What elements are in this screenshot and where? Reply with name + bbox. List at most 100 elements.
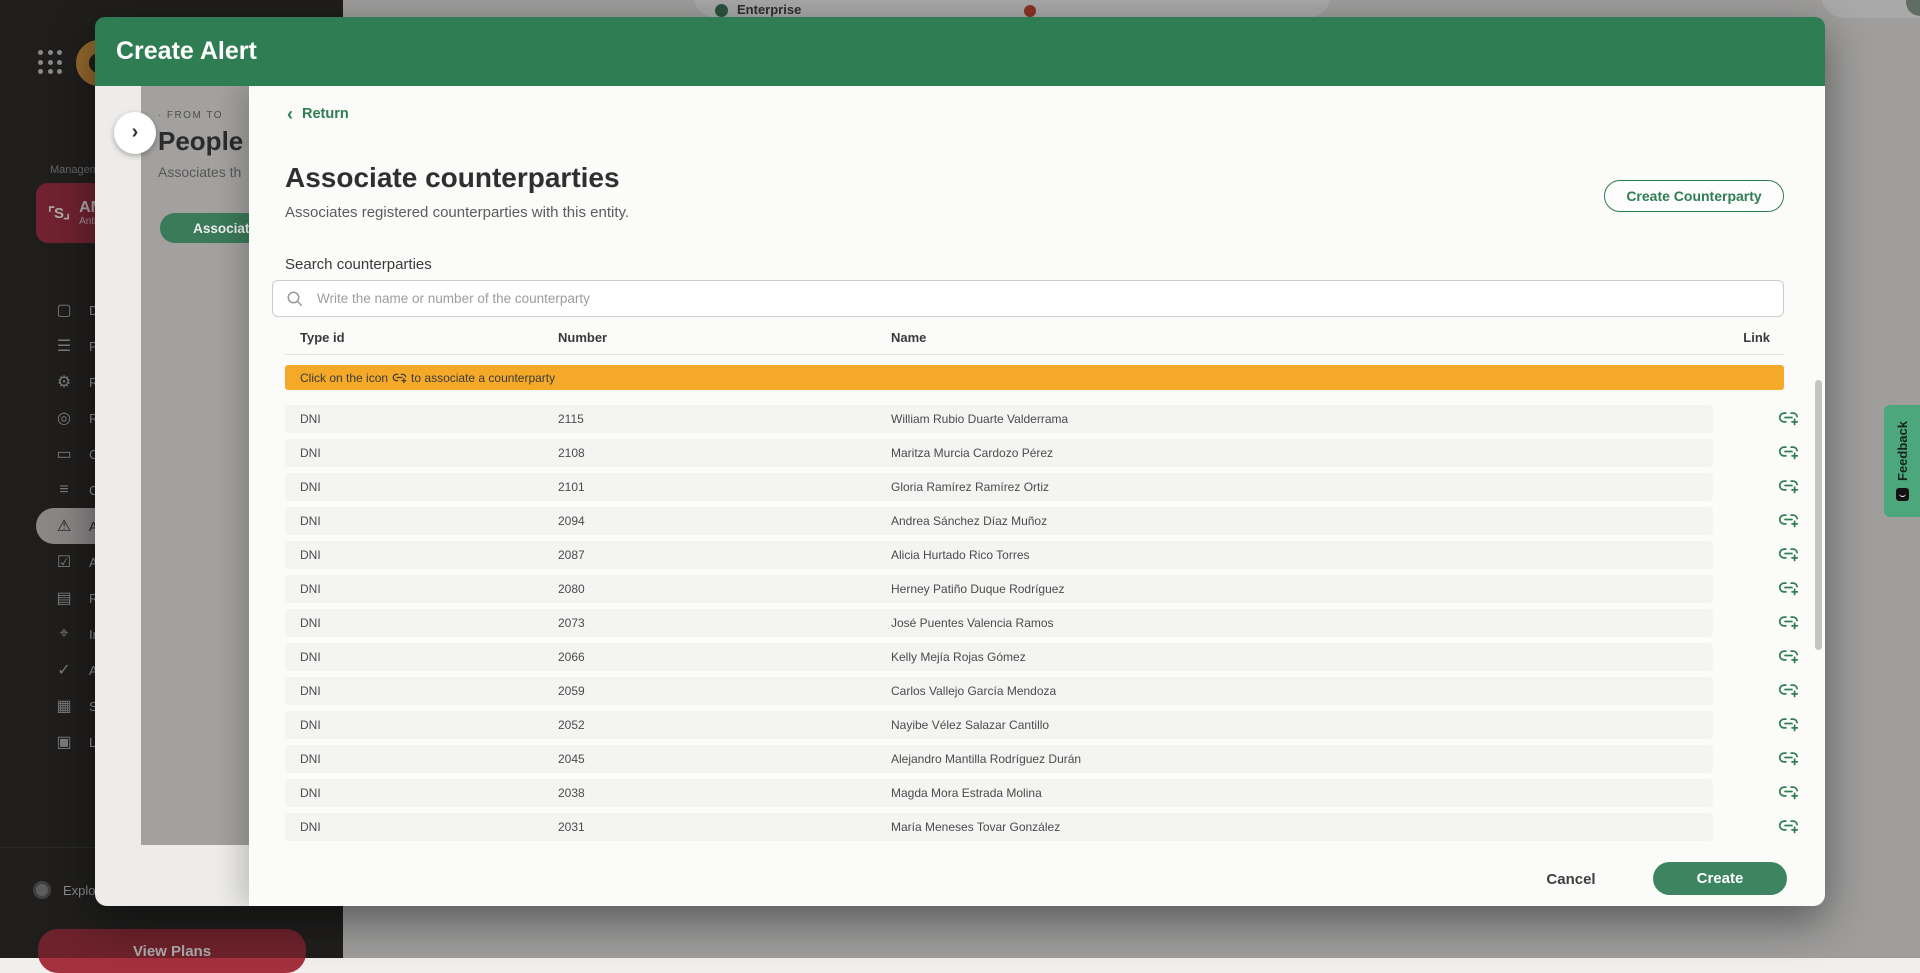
add-link-icon [1778,611,1799,632]
cell-type-id: DNI [300,711,321,739]
table-row: DNI 2101 Gloria Ramírez Ramírez Ortiz [285,473,1820,501]
create-alert-modal: Create Alert ·FROM TO People Associates … [95,17,1825,906]
create-counterparty-button[interactable]: Create Counterparty [1604,180,1784,212]
expand-panel-button[interactable]: › [114,112,156,154]
search-label: Search counterparties [285,256,432,273]
page-title: Associate counterparties [285,162,620,194]
feedback-smiley-icon [1896,488,1909,501]
column-header-link: Link [1743,330,1770,345]
modal-header: Create Alert [95,17,1825,86]
cell-name: Maritza Murcia Cardozo Pérez [891,439,1053,467]
table-row: DNI 2087 Alicia Hurtado Rico Torres [285,541,1820,569]
feedback-label: Feedback [1895,421,1910,481]
cell-number: 2101 [558,473,585,501]
add-link-icon [1778,645,1799,666]
cell-number: 2108 [558,439,585,467]
associate-link-button[interactable] [1775,781,1801,805]
cell-type-id: DNI [300,779,321,807]
associate-link-button[interactable] [1775,713,1801,737]
add-link-icon [1778,509,1799,530]
cell-type-id: DNI [300,575,321,603]
cell-number: 2038 [558,779,585,807]
associate-link-button[interactable] [1775,441,1801,465]
associate-link-button[interactable] [1775,577,1801,601]
table-row: DNI 2080 Herney Patiño Duque Rodríguez [285,575,1820,603]
associate-link-button[interactable] [1775,747,1801,771]
add-link-icon [1778,577,1799,598]
cancel-button[interactable]: Cancel [1521,866,1621,892]
table-row: DNI 2108 Maritza Murcia Cardozo Pérez [285,439,1820,467]
cell-type-id: DNI [300,439,321,467]
cell-name: William Rubio Duarte Valderrama [891,405,1068,433]
column-header-type-id: Type id [300,330,345,345]
cell-number: 2052 [558,711,585,739]
cell-name: Alicia Hurtado Rico Torres [891,541,1030,569]
cell-name: José Puentes Valencia Ramos [891,609,1054,637]
table-row: DNI 2059 Carlos Vallejo García Mendoza [285,677,1820,705]
table-row: DNI 2052 Nayibe Vélez Salazar Cantillo [285,711,1820,739]
cell-name: Alejandro Mantilla Rodríguez Durán [891,745,1081,773]
table-row: DNI 2031 María Meneses Tovar González [285,813,1820,841]
column-header-number: Number [558,330,607,345]
create-button[interactable]: Create [1653,862,1787,895]
search-icon [286,290,304,308]
table-row: DNI 2094 Andrea Sánchez Díaz Muñoz [285,507,1820,535]
wizard-step-title: People [158,126,243,157]
associate-counterparties-sheet: ‹ Return Associate counterparties Associ… [249,86,1825,906]
cell-number: 2066 [558,643,585,671]
cell-type-id: DNI [300,541,321,569]
search-input[interactable] [315,281,1775,316]
counterparty-table: DNI 2115 William Rubio Duarte Valderrama [285,405,1820,847]
cell-type-id: DNI [300,813,321,841]
cell-number: 2094 [558,507,585,535]
step-bullet-icon: · [158,110,163,121]
scrollbar-thumb[interactable] [1815,380,1822,650]
associate-button[interactable]: Associate [160,213,249,243]
table-row: DNI 2038 Magda Mora Estrada Molina [285,779,1820,807]
cell-number: 2059 [558,677,585,705]
wizard-step-subtitle: Associates th [158,164,241,180]
cell-type-id: DNI [300,677,321,705]
add-link-icon [392,370,407,385]
cell-number: 2115 [558,405,584,433]
return-label: Return [302,106,349,122]
associate-link-button[interactable] [1775,645,1801,669]
cell-number: 2031 [558,813,585,841]
associate-link-button[interactable] [1775,679,1801,703]
return-link[interactable]: ‹ Return [287,106,349,122]
wizard-step-label: ·FROM TO [158,110,223,121]
table-row: DNI 2045 Alejandro Mantilla Rodríguez Du… [285,745,1820,773]
associate-link-button[interactable] [1775,611,1801,635]
cell-type-id: DNI [300,405,321,433]
associate-link-button[interactable] [1775,509,1801,533]
table-row: DNI 2066 Kelly Mejía Rojas Gómez [285,643,1820,671]
column-header-name: Name [891,330,926,345]
cell-type-id: DNI [300,507,321,535]
associate-link-button[interactable] [1775,543,1801,567]
associate-link-button[interactable] [1775,407,1801,431]
table-header: Type id Number Name Link [285,330,1784,355]
cell-number: 2080 [558,575,585,603]
cell-name: Gloria Ramírez Ramírez Ortiz [891,473,1049,501]
search-box [272,280,1784,317]
add-link-icon [1778,679,1799,700]
wizard-step-panel: ·FROM TO People Associates th Associate [141,86,249,845]
table-row: DNI 2115 William Rubio Duarte Valderrama [285,405,1820,433]
cell-number: 2045 [558,745,585,773]
add-link-icon [1778,815,1799,836]
cell-type-id: DNI [300,473,321,501]
cell-name: Magda Mora Estrada Molina [891,779,1042,807]
feedback-tab[interactable]: Feedback [1884,405,1920,517]
associate-link-button[interactable] [1775,815,1801,839]
add-link-icon [1778,747,1799,768]
modal-title: Create Alert [116,37,257,66]
cell-type-id: DNI [300,643,321,671]
associate-link-button[interactable] [1775,475,1801,499]
cell-name: Andrea Sánchez Díaz Muñoz [891,507,1047,535]
add-link-icon [1778,543,1799,564]
cell-type-id: DNI [300,745,321,773]
chevron-left-icon: ‹ [287,107,293,121]
cell-name: Herney Patiño Duque Rodríguez [891,575,1064,603]
hint-banner: Click on the icon to associate a counter… [285,365,1784,390]
add-link-icon [1778,407,1799,428]
